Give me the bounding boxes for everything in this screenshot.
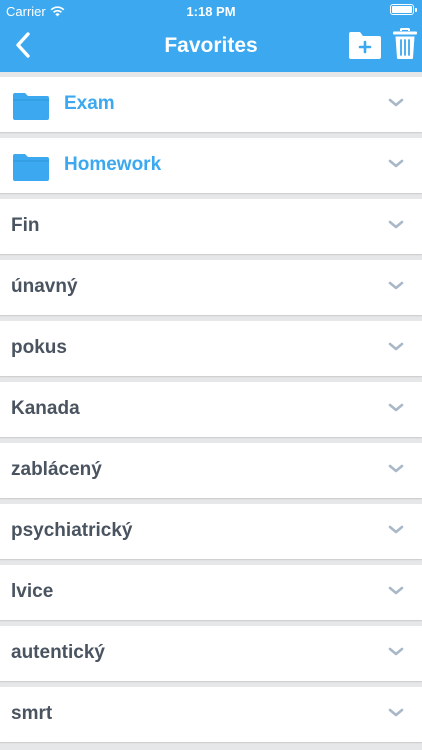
word-label: pokus bbox=[11, 337, 67, 358]
word-row[interactable]: lvice bbox=[0, 565, 422, 620]
folder-label: Homework bbox=[64, 154, 162, 175]
nav-bar: Favorites bbox=[0, 22, 422, 72]
chevron-down-icon[interactable] bbox=[388, 707, 404, 719]
chevron-down-icon[interactable] bbox=[388, 97, 404, 109]
word-label: psychiatrický bbox=[11, 520, 133, 541]
folder-label: Exam bbox=[64, 93, 115, 114]
word-row[interactable]: zablácený bbox=[0, 443, 422, 498]
chevron-down-icon[interactable] bbox=[388, 219, 404, 231]
word-row[interactable]: autentický bbox=[0, 626, 422, 681]
chevron-down-icon[interactable] bbox=[388, 280, 404, 292]
status-time: 1:18 PM bbox=[186, 4, 236, 19]
chevron-down-icon[interactable] bbox=[388, 341, 404, 353]
chevron-down-icon[interactable] bbox=[388, 402, 404, 414]
word-row[interactable]: smrt bbox=[0, 687, 422, 742]
trash-icon bbox=[393, 28, 417, 59]
folder-row-homework[interactable]: Homework bbox=[0, 138, 422, 193]
word-row[interactable]: únavný bbox=[0, 260, 422, 315]
word-row[interactable]: pokus bbox=[0, 321, 422, 376]
word-label: únavný bbox=[11, 276, 78, 297]
folder-icon bbox=[13, 93, 49, 120]
chevron-down-icon[interactable] bbox=[388, 646, 404, 658]
word-row[interactable]: psychiatrický bbox=[0, 504, 422, 559]
folder-plus-icon bbox=[349, 32, 381, 59]
add-folder-button[interactable] bbox=[348, 30, 382, 60]
word-label: Fin bbox=[11, 215, 40, 236]
folder-icon bbox=[13, 154, 49, 181]
word-row[interactable]: Fin bbox=[0, 199, 422, 254]
header: Carrier 1:18 PM Favorites bbox=[0, 0, 422, 72]
word-label: Kanada bbox=[11, 398, 80, 419]
trash-button[interactable] bbox=[392, 28, 418, 60]
chevron-down-icon[interactable] bbox=[388, 585, 404, 597]
chevron-down-icon[interactable] bbox=[388, 158, 404, 170]
word-label: autentický bbox=[11, 642, 105, 663]
battery-icon bbox=[390, 4, 417, 15]
word-row[interactable]: Kanada bbox=[0, 382, 422, 437]
chevron-down-icon[interactable] bbox=[388, 524, 404, 536]
word-label: lvice bbox=[11, 581, 54, 602]
chevron-down-icon[interactable] bbox=[388, 463, 404, 475]
word-label: smrt bbox=[11, 703, 53, 724]
word-label: zablácený bbox=[11, 459, 102, 480]
folder-row-exam[interactable]: Exam bbox=[0, 77, 422, 132]
status-bar: Carrier 1:18 PM bbox=[0, 0, 422, 22]
